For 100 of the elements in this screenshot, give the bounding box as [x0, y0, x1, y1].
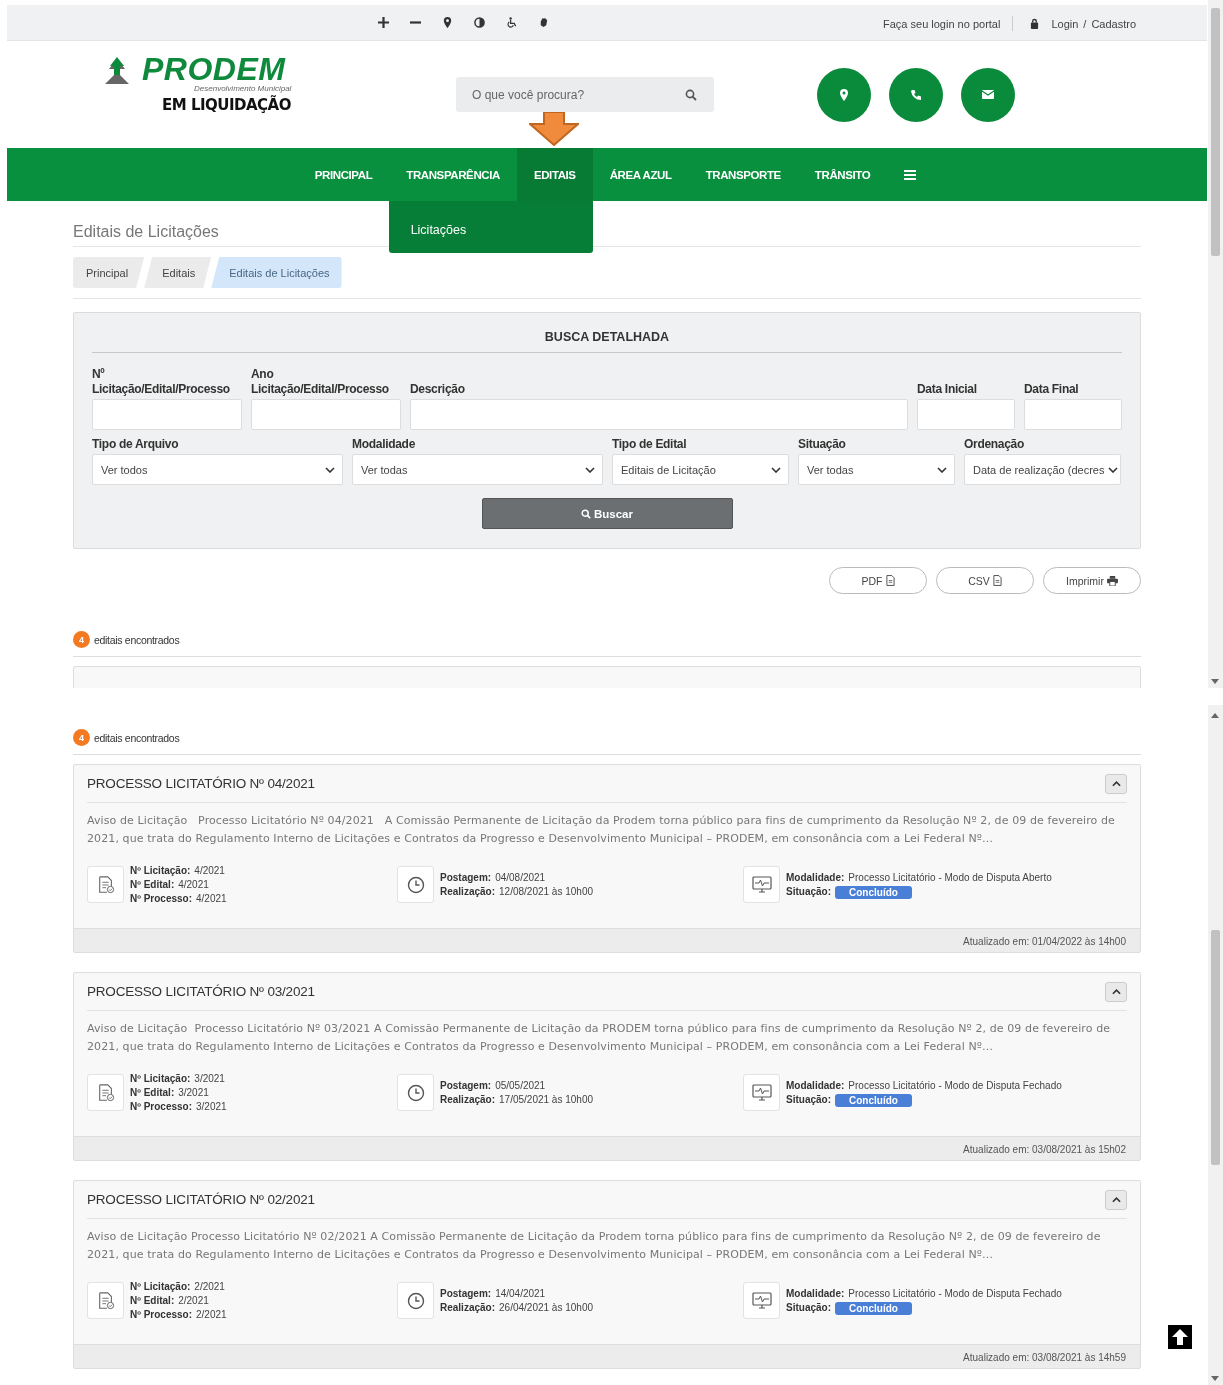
pdf-button[interactable]: PDF	[829, 567, 927, 594]
scrollbar[interactable]	[1208, 0, 1223, 688]
menu-item[interactable]: Licitações	[410, 223, 467, 237]
contrast-icon[interactable]	[474, 17, 485, 28]
breadcrumb-item[interactable]: Editais	[144, 257, 212, 288]
info-value: 12/08/2021 às 10h00	[499, 885, 593, 899]
login-link[interactable]: Login	[1051, 17, 1079, 30]
nav-item[interactable]: ÁREA AZUL	[592, 148, 689, 201]
scroll-up-arrow-icon[interactable]	[1211, 713, 1219, 718]
nav-item[interactable]: EDITAIS	[516, 148, 593, 201]
document-icon	[885, 575, 895, 586]
location-button[interactable]	[817, 68, 871, 122]
info-label: Realização:	[440, 1093, 496, 1107]
info-value: 17/05/2021 às 10h00	[499, 1093, 593, 1107]
info-label: Postagem:	[440, 1287, 492, 1301]
collapse-button[interactable]	[1105, 773, 1127, 794]
select-field[interactable]: Ver todas	[352, 454, 603, 485]
info-value: 26/04/2021 às 10h00	[499, 1301, 593, 1315]
input-field[interactable]	[410, 399, 908, 430]
info-label: Nº Edital:	[130, 1294, 175, 1308]
scrollbar-thumb[interactable]	[1211, 8, 1220, 256]
select-field[interactable]: Ver todas	[798, 454, 955, 485]
document-icon	[992, 575, 1002, 586]
info-label: Modalidade:	[786, 1079, 845, 1093]
clock-icon	[406, 1083, 425, 1102]
search-icon[interactable]	[685, 89, 697, 101]
nav-item[interactable]: TRÂNSITO	[797, 148, 888, 201]
logo-wordmark: PRODEM	[142, 53, 286, 85]
printer-icon	[1106, 575, 1118, 586]
card-description: Aviso de Licitação Processo Licitatório Nº 03/2021 A Comissão Permanente de Licitação da PRODEM torna público para fins de cumprimento da Resolução Nº 2, de 09 de fevereiro de 2021, que trata do Regulamento Interno de Licitações e Contratos da Progresso e Desenvolvimento Municipal – PRODEM, em consonância com a Lei Federal Nº…	[87, 1021, 1112, 1055]
scrollbar-thumb[interactable]	[1211, 930, 1220, 1165]
info-label: Situação:	[786, 885, 831, 899]
chevron-icon	[1111, 1196, 1121, 1203]
scroll-down-arrow-icon[interactable]	[1211, 1376, 1219, 1381]
info-label: Nº Licitação:	[130, 1072, 191, 1086]
info-label: Modalidade:	[786, 871, 845, 885]
monitor-pulse-icon	[751, 1083, 772, 1102]
select-field[interactable]: Editais de Licitação	[612, 454, 789, 485]
info-value: 3/2021	[196, 1100, 227, 1114]
info-label: Nº Licitação:	[130, 864, 191, 878]
up-arrow-icon	[1171, 1328, 1189, 1346]
info-label: Modalidade:	[786, 1287, 845, 1301]
map-pin-icon[interactable]	[442, 17, 453, 28]
clock-icon	[406, 875, 425, 894]
nav-item[interactable]: PRINCIPAL	[297, 148, 390, 201]
search-field[interactable]: O que você procura?	[456, 77, 714, 112]
info-label: Situação:	[786, 1093, 831, 1107]
info-value: 2/2021	[194, 1280, 225, 1294]
card-title: PROCESSO LICITATÓRIO Nº 03/2021	[87, 984, 315, 999]
input-field[interactable]	[92, 399, 242, 430]
field-label: Situação	[798, 437, 847, 452]
monitor-pulse-icon	[751, 1291, 772, 1310]
info-label: Nº Edital:	[130, 1086, 175, 1100]
results-label: editais encontrados	[94, 633, 180, 646]
breadcrumb-item[interactable]: Editais de Licitações	[211, 257, 342, 288]
info-label: Nº Edital:	[130, 878, 175, 892]
csv-button[interactable]: CSV	[936, 567, 1034, 594]
info-label: Nº Processo:	[130, 1308, 192, 1322]
breadcrumb-item[interactable]: Principal	[73, 257, 145, 288]
nav-item[interactable]: TRANSPARÊNCIA	[389, 148, 517, 201]
count-badge: 4	[73, 631, 90, 648]
input-field[interactable]	[251, 399, 401, 430]
results-label: editais encontrados	[94, 731, 180, 744]
select-field[interactable]: Data de realização (decres	[964, 454, 1121, 485]
info-label: Nº Licitação:	[130, 1280, 191, 1294]
collapse-button[interactable]	[1105, 1189, 1127, 1210]
status-badge: Concluído	[835, 1093, 912, 1107]
card-title: PROCESSO LICITATÓRIO Nº 02/2021	[87, 1192, 315, 1207]
phone-icon	[910, 89, 922, 101]
register-link[interactable]: Cadastro	[1091, 17, 1137, 30]
info-value: 04/08/2021	[495, 871, 546, 885]
plus-icon[interactable]	[378, 17, 389, 28]
chevron-icon	[1111, 988, 1121, 995]
status-badge: Concluído	[835, 1301, 912, 1315]
menu-icon[interactable]	[904, 169, 917, 180]
input-field[interactable]	[917, 399, 1015, 430]
wheelchair-icon[interactable]	[506, 17, 517, 28]
card-footer: Atualizado em: 01/04/2022 às 14h00	[74, 928, 1140, 952]
collapse-button[interactable]	[1105, 981, 1127, 1002]
print-button[interactable]: Imprimir	[1043, 567, 1141, 594]
email-button[interactable]	[961, 68, 1015, 122]
info-label: Nº Processo:	[130, 892, 192, 906]
input-field[interactable]	[1024, 399, 1122, 430]
login-prompt: Faça seu login no portal	[883, 17, 1001, 30]
scroll-down-arrow-icon[interactable]	[1211, 679, 1219, 684]
scrollbar[interactable]	[1208, 705, 1223, 1385]
back-to-top-button[interactable]	[1168, 1325, 1192, 1349]
select-field[interactable]: Ver todos	[92, 454, 343, 485]
field-label: Modalidade	[352, 437, 416, 452]
info-value: 3/2021	[178, 1086, 209, 1100]
search-button[interactable]: Buscar	[481, 498, 733, 529]
info-label: Realização:	[440, 1301, 496, 1315]
info-label: Situação:	[786, 1301, 831, 1315]
count-badge: 4	[73, 729, 90, 746]
hand-icon[interactable]	[538, 17, 549, 28]
panel-title: BUSCA DETALHADA	[92, 330, 1122, 353]
search-icon	[581, 508, 591, 519]
lock-icon	[1030, 18, 1040, 29]
nav-item[interactable]: TRANSPORTE	[688, 148, 798, 201]
phone-button[interactable]	[889, 68, 943, 122]
